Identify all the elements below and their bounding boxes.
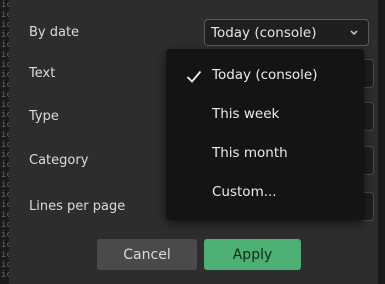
menu-item-this-week[interactable]: This week <box>166 100 364 130</box>
category-select[interactable] <box>363 146 374 175</box>
menu-item-label: This week <box>212 106 280 122</box>
background-window-edge: icicicicicicicic icicicicicicicic icicic… <box>0 0 9 284</box>
cancel-button-label: Cancel <box>123 246 171 263</box>
background-window-edge-right <box>378 0 385 284</box>
menu-item-label: Custom... <box>212 184 277 200</box>
menu-item-this-month[interactable]: This month <box>166 139 364 169</box>
by-date-label: By date <box>29 25 80 40</box>
filter-dialog: By date Text Type Category Lines per pag… <box>9 0 378 284</box>
check-icon <box>186 70 202 83</box>
type-label: Type <box>29 109 59 124</box>
lines-per-page-input[interactable] <box>363 192 374 221</box>
apply-button-label: Apply <box>232 246 273 263</box>
date-dropdown-menu: Today (console) This week This month Cus… <box>166 49 364 220</box>
menu-item-label: This month <box>212 145 288 161</box>
text-label: Text <box>29 66 56 81</box>
category-label: Category <box>29 153 89 168</box>
lines-per-page-label: Lines per page <box>29 199 126 214</box>
text-input[interactable] <box>363 59 374 88</box>
date-select-value: Today (console) <box>211 24 317 41</box>
menu-item-today[interactable]: Today (console) <box>166 61 364 91</box>
type-select[interactable] <box>363 102 374 131</box>
chevron-down-icon <box>350 30 358 36</box>
apply-button[interactable]: Apply <box>204 239 301 270</box>
menu-item-label: Today (console) <box>212 67 318 83</box>
date-select[interactable]: Today (console) <box>204 19 369 46</box>
menu-item-custom[interactable]: Custom... <box>166 178 364 208</box>
cancel-button[interactable]: Cancel <box>97 239 197 270</box>
